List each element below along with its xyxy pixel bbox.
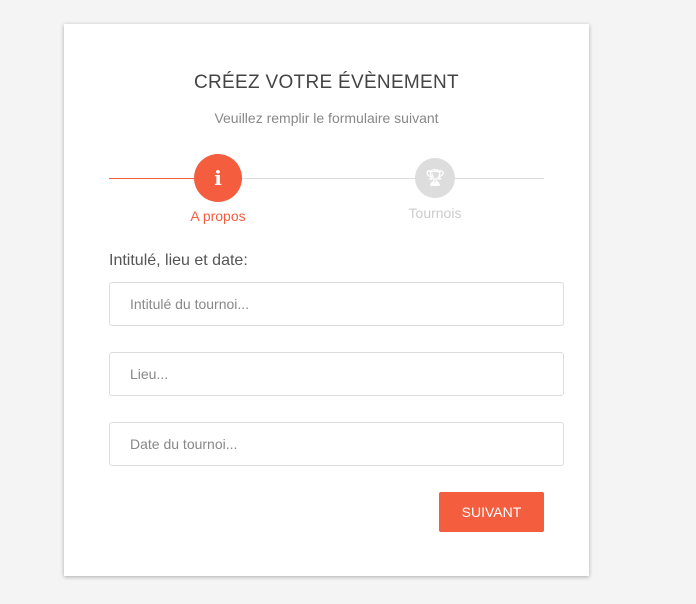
date-input[interactable]	[109, 422, 564, 466]
location-input[interactable]	[109, 352, 564, 396]
page-subtitle: Veuillez remplir le formulaire suivant	[214, 110, 439, 126]
page-title: CRÉEZ VOTRE ÉVÈNEMENT	[194, 72, 459, 93]
step-about[interactable]: i	[194, 154, 242, 202]
progress-line-remaining	[219, 178, 544, 179]
step-tournois-label[interactable]: Tournois	[375, 205, 495, 221]
step-tournois[interactable]: 🏆︎	[415, 158, 455, 198]
info-icon: i	[214, 166, 222, 190]
next-button[interactable]: SUIVANT	[439, 492, 544, 532]
tournament-title-input[interactable]	[109, 282, 564, 326]
event-form-card: CRÉEZ VOTRE ÉVÈNEMENT Veuillez remplir l…	[64, 24, 589, 576]
step-about-label[interactable]: A propos	[158, 208, 278, 224]
section-label: Intitulé, lieu et date:	[109, 252, 248, 269]
trophy-icon: 🏆︎	[424, 170, 446, 187]
